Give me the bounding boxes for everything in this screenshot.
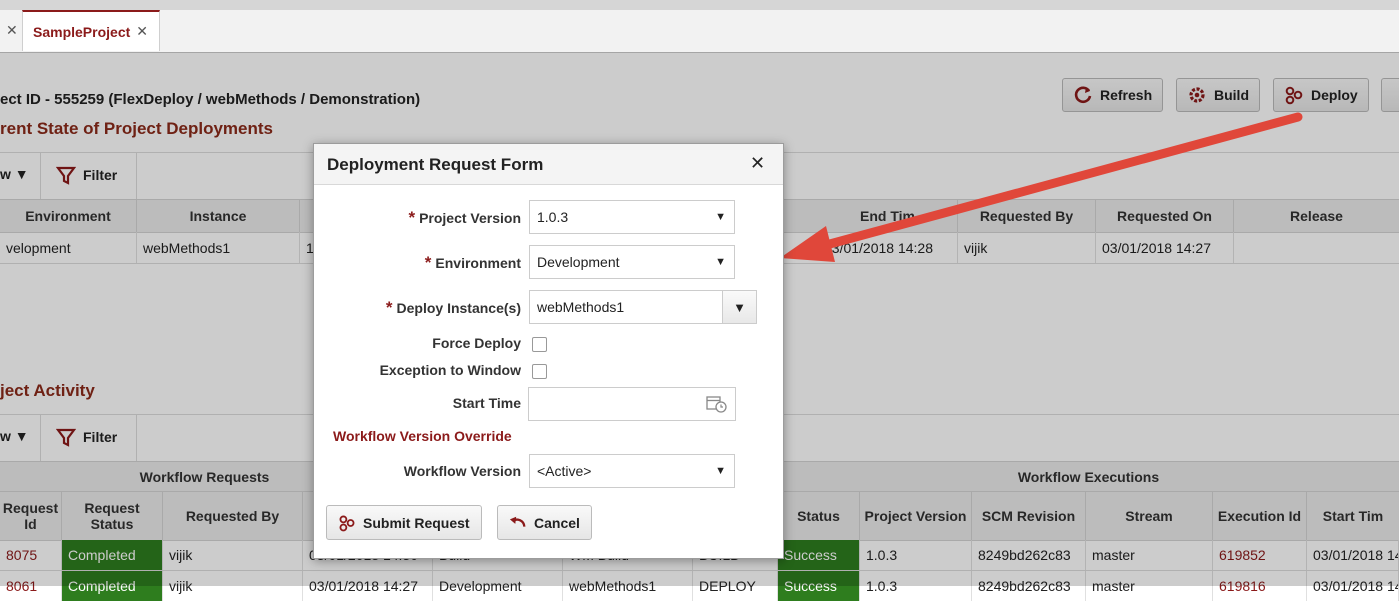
chevron-down-icon: ▼ [715,211,726,223]
workflow-override-heading: Workflow Version Override [333,428,512,444]
exception-to-window-label: Exception to Window [379,362,521,378]
deployment-request-dialog: Deployment Request Form ✕ * Project Versi… [313,143,784,559]
chevron-down-icon: ▼ [715,256,726,268]
dialog-title: Deployment Request Form [327,155,544,174]
tab-sampleproject[interactable]: SampleProject ✕ [22,10,160,51]
close-icon[interactable]: ✕ [136,23,148,40]
deploy-icon [339,515,355,531]
project-version-label: * Project Version [408,208,521,227]
chevron-down-icon: ▼ [715,465,726,477]
deploy-instances-dropdown-button[interactable]: ▼ [722,290,757,324]
tab-previous[interactable]: ✕ [0,10,22,51]
exception-to-window-checkbox[interactable] [532,364,547,379]
project-version-select[interactable]: 1.0.3 ▼ [529,200,735,234]
workflow-version-label: Workflow Version [403,463,521,479]
annotation-arrow [780,112,1303,262]
close-icon[interactable]: ✕ [6,22,18,39]
environment-select[interactable]: Development ▼ [529,245,735,279]
environment-label: * Environment [424,253,521,272]
start-time-label: Start Time [452,395,521,411]
force-deploy-label: Force Deploy [432,335,521,351]
undo-icon [509,516,526,527]
force-deploy-checkbox[interactable] [532,337,547,352]
submit-request-button[interactable]: Submit Request [326,505,482,540]
dialog-header: Deployment Request Form ✕ [314,144,783,185]
tab-strip: ✕ SampleProject ✕ [0,10,1399,53]
tab-label: SampleProject [33,23,131,40]
close-icon[interactable]: ✕ [750,153,765,174]
deploy-instances-label: * Deploy Instance(s) [385,298,521,317]
workflow-version-select[interactable]: <Active> ▼ [529,454,735,488]
start-time-input[interactable] [528,387,736,421]
calendar-clock-icon[interactable] [706,394,728,414]
cancel-button[interactable]: Cancel [497,505,592,540]
deploy-instances-field[interactable]: webMethods1 [529,290,723,324]
